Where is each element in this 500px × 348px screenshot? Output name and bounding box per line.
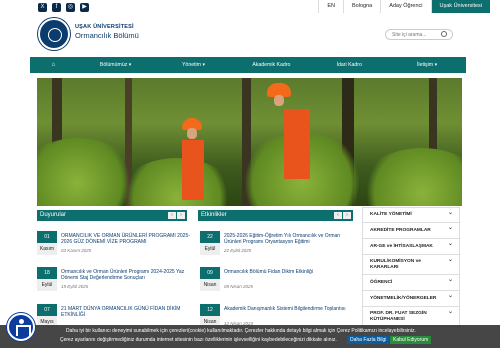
department-name: Ormancılık Bölümü — [75, 31, 139, 40]
announcement-title[interactable]: ORMANCILIK VE ORMAN ÜRÜNLERİ PROGRAMI 20… — [61, 233, 191, 245]
events-title: Etkinlikler — [201, 212, 227, 218]
social-links: X f ◎ ▶ — [38, 3, 89, 12]
event-title[interactable]: 2025-2026 Eğitim-Öğretim Yılı Ormancılık… — [224, 233, 354, 245]
announcements-arrows: ‹ › — [168, 212, 185, 219]
announcement-item[interactable]: 18 Eylül Ormancılık ve Orman Ürünleri Pro… — [37, 267, 192, 291]
youtube-icon[interactable]: ▶ — [80, 3, 89, 12]
site-header: UŞAK ÜNİVERSİTESİ Ormancılık Bölümü — [0, 15, 500, 57]
main-nav: ⌂ Bölümümüz ▾ Yönetim ▾ Akademik Kadro İ… — [30, 57, 466, 73]
prev-arrow-icon[interactable]: ‹ — [334, 212, 342, 219]
more-info-button[interactable]: Daha Fazla Bilgi — [347, 336, 390, 344]
announcement-item[interactable]: 01 Kasım ORMANCILIK VE ORMAN ÜRÜNLERİ PRO… — [37, 231, 192, 255]
facebook-icon[interactable]: f — [52, 3, 61, 12]
university-link[interactable]: Uşak Üniversitesi — [430, 0, 490, 13]
sidebar-item-kalite[interactable]: KALİTE YÖNETİMİ — [362, 207, 460, 223]
university-name: UŞAK ÜNİVERSİTESİ — [75, 24, 134, 30]
event-title[interactable]: Ormancılık Bölümü Fidan Dikim Etkinliği — [224, 269, 354, 275]
x-icon[interactable]: X — [38, 3, 47, 12]
sidebar-item-arge[interactable]: AR-GE ve İHTİSASLAŞMAK — [362, 239, 460, 255]
cookie-banner: Daha iyi bir kullanıcı deneyimi sunabilm… — [0, 325, 500, 348]
sidebar-item-yonetmelik[interactable]: YÖNETMELİK/YÖNERGELER — [362, 291, 460, 307]
date-badge: 18 Eylül — [37, 267, 57, 291]
sidebar-item-kurul[interactable]: KURUL/KOMİSYON ve KARARLARI — [362, 255, 460, 275]
date-badge: 09 Nisan — [200, 267, 220, 291]
event-item[interactable]: 09 Nisan Ormancılık Bölümü Fidan Dikim Et… — [200, 267, 355, 291]
cookie-text-line1: Daha iyi bir kullanıcı deneyimi sunabilm… — [66, 328, 416, 334]
date-badge: 22 Eylül — [200, 231, 220, 255]
top-bar: X f ◎ ▶ EN Bologna Aday Öğrenci Uşak Üni… — [0, 0, 500, 15]
announcements-title: Duyurular — [40, 212, 67, 218]
lang-en-link[interactable]: EN — [318, 0, 343, 13]
sidebar-item-akredite[interactable]: AKREDİTE PROGRAMLAR — [362, 223, 460, 239]
search-icon[interactable] — [441, 31, 447, 37]
instagram-icon[interactable]: ◎ — [66, 3, 75, 12]
next-arrow-icon[interactable]: › — [177, 212, 185, 219]
prev-arrow-icon[interactable]: ‹ — [168, 212, 176, 219]
bologna-link[interactable]: Bologna — [343, 0, 380, 13]
event-date: 22 Eylül 2025 — [224, 248, 252, 253]
nav-item-idari-kadro[interactable]: İdari Kadro — [310, 57, 388, 73]
accessibility-icon[interactable] — [7, 313, 35, 341]
hero-image — [37, 78, 462, 206]
accept-cookies-button[interactable]: Kabul Ediyorum — [390, 336, 432, 344]
announcement-date: 03 Kasım 2025 — [61, 248, 92, 253]
university-logo[interactable] — [38, 18, 70, 50]
aday-ogrenci-link[interactable]: Aday Öğrenci — [380, 0, 430, 13]
next-arrow-icon[interactable]: › — [343, 212, 351, 219]
top-links: EN Bologna Aday Öğrenci Uşak Üniversites… — [318, 0, 490, 13]
announcement-date: 19 Eylül 2025 — [61, 284, 89, 289]
event-title[interactable]: Akademik Danışmanlık Sistemi Bilgilendir… — [224, 306, 354, 312]
date-badge: 01 Kasım — [37, 231, 57, 255]
nav-item-yonetim[interactable]: Yönetim ▾ — [155, 57, 233, 73]
event-date: 09 Nisan 2025 — [224, 284, 254, 289]
home-icon[interactable]: ⌂ — [30, 57, 77, 73]
event-item[interactable]: 22 Eylül 2025-2026 Eğitim-Öğretim Yılı Or… — [200, 231, 355, 255]
announcement-title[interactable]: 21 MART DÜNYA ORMANCILIK GÜNÜ FİDAN DİKİ… — [61, 306, 191, 318]
announcement-title[interactable]: Ormancılık ve Orman Ürünleri Programı 20… — [61, 269, 191, 281]
nav-item-akademik-kadro[interactable]: Akademik Kadro — [232, 57, 310, 73]
sidebar-item-kutuphane[interactable]: PROF. DR. FUAT SEZGİN KÜTÜPHANESİ — [362, 307, 460, 327]
events-arrows: ‹ › — [334, 212, 351, 219]
nav-item-bolumumuz[interactable]: Bölümümüz ▾ — [77, 57, 155, 73]
nav-item-iletisim[interactable]: İletişim ▾ — [388, 57, 466, 73]
sidebar-item-ogrenci[interactable]: ÖĞRENCİ — [362, 275, 460, 291]
cookie-text-line2: Çerez ayarlarını değiştirmediğiniz durum… — [60, 337, 337, 343]
sidebar-menu: KALİTE YÖNETİMİ AKREDİTE PROGRAMLAR AR-G… — [362, 207, 460, 327]
events-header: Etkinlikler — [198, 210, 353, 221]
announcements-header: Duyurular — [37, 210, 187, 221]
